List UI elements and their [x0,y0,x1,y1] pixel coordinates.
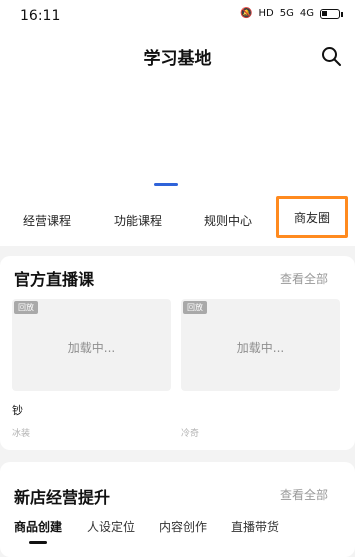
nav-item-rules-center[interactable]: 规则中心 [204,212,252,229]
nav-item-merchant-circle-label: 商友圈 [293,210,330,225]
live-courses-card: 官方直播课 查看全部 回放 加载中... 回放 加载中... 钞 冰装 冷奇 [0,256,355,450]
search-icon [322,47,341,66]
search-button[interactable] [319,44,343,68]
new-store-tabs: 商品创建 人设定位 内容创作 直播带货 [0,518,355,544]
live-course-tile[interactable]: 回放 加载中... [12,299,171,391]
signal-5g-icon: 5G [279,8,294,19]
battery-icon [320,9,340,19]
loading-text: 加载中... [236,341,285,355]
live-course-subtitle: 冷奇 [181,429,200,439]
tab-product-creation[interactable]: 商品创建 [14,518,62,535]
new-store-view-all[interactable]: 查看全部 [280,486,328,503]
nav-item-merchant-circle[interactable]: 商友圈 [276,196,348,238]
category-nav: 经营课程 功能课程 规则中心 商友圈 [0,196,355,246]
carousel-indicator [154,183,178,186]
loading-text: 加载中... [67,341,116,355]
replay-badge: 回放 [183,301,207,314]
status-time: 16:11 [20,8,61,24]
live-course-subtitle: 冰装 [12,429,31,439]
new-store-title: 新店经营提升 [14,488,111,507]
tab-live-commerce[interactable]: 直播带货 [231,518,279,535]
header: 学习基地 [0,34,355,80]
tab-content-creation[interactable]: 内容创作 [159,518,207,535]
live-course-tile[interactable]: 回放 加载中... [181,299,340,391]
hero-banner [0,80,355,196]
silent-icon: 🔕 [240,8,253,19]
nav-item-business-courses[interactable]: 经营课程 [23,212,71,229]
hd-icon: HD [258,8,274,19]
signal-4g-icon: 4G [299,8,314,19]
nav-item-feature-courses[interactable]: 功能课程 [114,212,162,229]
live-courses-title: 官方直播课 [14,270,95,289]
live-course-title: 钞 [12,404,23,417]
replay-badge: 回放 [14,301,38,314]
active-tab-underline [29,541,47,544]
page-title: 学习基地 [143,49,212,69]
status-bar: 16:11 🔕 HD 5G 4G [0,0,355,34]
new-store-card: 新店经营提升 查看全部 商品创建 人设定位 内容创作 直播带货 [0,462,355,557]
battery-nub-icon [341,11,343,17]
live-courses-view-all[interactable]: 查看全部 [280,270,328,287]
tab-persona[interactable]: 人设定位 [87,518,135,535]
status-icons: 🔕 HD 5G 4G [240,8,343,20]
